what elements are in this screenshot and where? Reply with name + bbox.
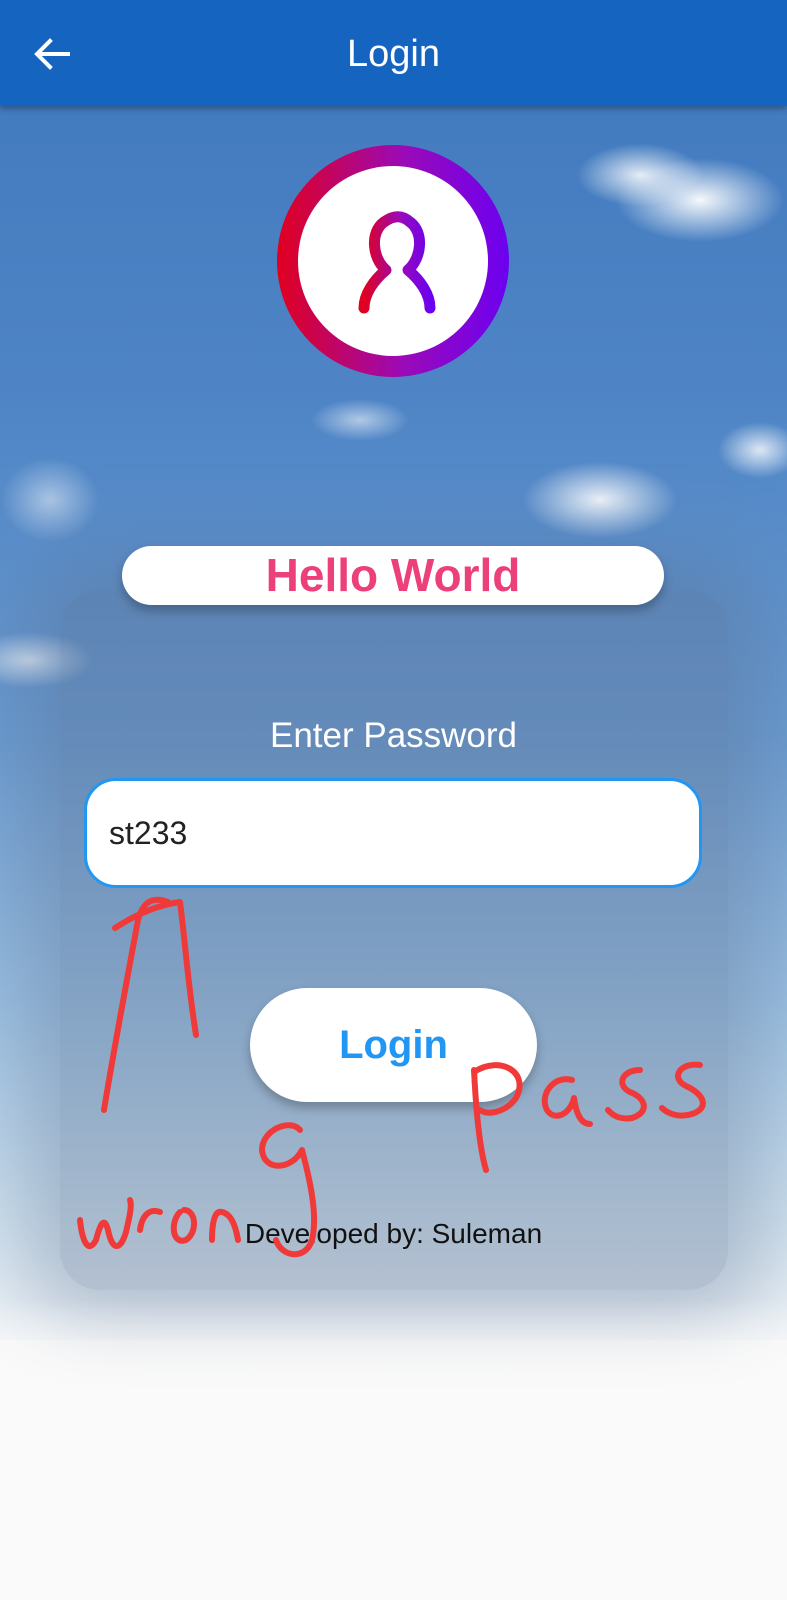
developer-credit: Developed by: Suleman bbox=[244, 1218, 543, 1249]
hello-banner: Hello World bbox=[122, 546, 664, 605]
page-title: Login bbox=[347, 33, 440, 75]
form-panel bbox=[60, 590, 728, 1290]
user-silhouette-icon bbox=[358, 211, 436, 314]
password-input[interactable] bbox=[84, 778, 702, 888]
password-label: Enter Password bbox=[269, 716, 518, 755]
bottom-fade bbox=[0, 1300, 787, 1600]
login-button[interactable]: Login bbox=[250, 988, 537, 1102]
avatar-inner bbox=[298, 166, 488, 356]
avatar bbox=[277, 145, 509, 377]
app-bar: Login bbox=[0, 0, 787, 106]
hello-text: Hello World bbox=[265, 549, 521, 601]
